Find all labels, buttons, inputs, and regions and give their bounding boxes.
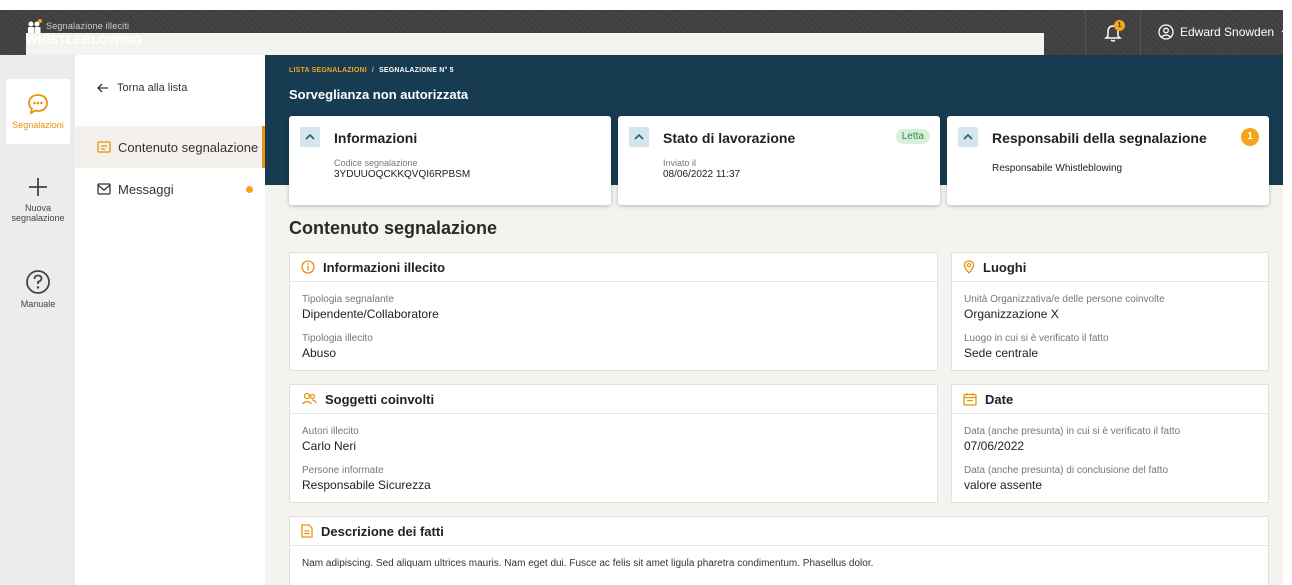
calendar-icon xyxy=(963,393,977,406)
chevron-down-icon xyxy=(1281,30,1289,35)
collapse-button[interactable] xyxy=(300,127,320,147)
user-avatar-icon xyxy=(1158,24,1174,40)
field-value: valore assente xyxy=(964,478,1043,492)
chevron-up-icon xyxy=(305,133,315,140)
plus-icon xyxy=(29,178,47,196)
sidebar-item-messaggi[interactable]: Messaggi xyxy=(75,168,265,210)
panel-header: Informazioni illecito xyxy=(290,253,937,282)
detail-sidebar: Torna alla lista Contenuto segnalazione … xyxy=(75,55,265,585)
card-field-value: Responsabile Whistleblowing xyxy=(992,163,1123,174)
help-icon xyxy=(26,270,50,294)
file-text-icon xyxy=(301,524,313,538)
field-value: Abuso xyxy=(302,346,337,360)
field-value: Responsabile Sicurezza xyxy=(302,478,431,492)
notification-badge: 1 xyxy=(1114,20,1125,31)
rail-label: Segnalazioni xyxy=(12,120,64,130)
card-field-label: Codice segnalazione xyxy=(334,158,418,168)
rail-item-segnalazioni[interactable]: Segnalazioni xyxy=(6,79,70,144)
panel-title: Date xyxy=(985,391,1014,407)
field-value: Organizzazione X xyxy=(964,307,1059,321)
panel-title: Soggetti coinvolti xyxy=(325,391,435,407)
field-label: Luogo in cui si è verificato il fatto xyxy=(964,333,1109,344)
chevron-up-icon xyxy=(634,133,644,140)
luoghi-panel: Luoghi Unità Organizzativa/e delle perso… xyxy=(951,252,1269,371)
count-badge: 1 xyxy=(1241,128,1259,146)
card-field-label: Inviato il xyxy=(663,158,697,168)
rail-item-nuova-segnalazione[interactable]: Nuova segnalazione xyxy=(6,175,70,224)
section-title: Contenuto segnalazione xyxy=(289,218,498,238)
status-badge: Letta xyxy=(895,129,930,144)
descrizione-panel: Descrizione dei fatti Nam adipiscing. Se… xyxy=(289,516,1269,585)
sidebar-item-contenuto[interactable]: Contenuto segnalazione xyxy=(75,126,265,168)
document-icon xyxy=(97,141,111,153)
back-link[interactable]: Torna alla lista xyxy=(97,82,187,94)
collapse-button[interactable] xyxy=(958,127,978,147)
panel-header: Descrizione dei fatti xyxy=(290,517,1268,546)
arrow-left-icon xyxy=(97,83,108,93)
panel-title: Descrizione dei fatti xyxy=(321,523,444,539)
chevron-up-icon xyxy=(963,133,973,140)
sidebar-item-label: Contenuto segnalazione xyxy=(118,139,259,155)
field-value: Sede centrale xyxy=(964,346,1039,360)
panel-header: Date xyxy=(952,385,1268,414)
field-label: Tipologia segnalante xyxy=(302,294,394,305)
field-label: Persone informate xyxy=(302,465,384,476)
top-bar: Segnalazione illeciti WHISTLEBLOWING 1 E… xyxy=(0,10,1289,563)
date-panel: Date Data (anche presunta) in cui si è v… xyxy=(951,384,1269,503)
nav-rail: Segnalazioni Nuova segnalazione Manuale xyxy=(0,55,75,585)
chat-bubble-icon xyxy=(28,94,48,115)
soggetti-panel: Soggetti coinvolti Autori illecito Carlo… xyxy=(289,384,938,503)
collapse-button[interactable] xyxy=(629,127,649,147)
breadcrumb-list-link[interactable]: LISTA SEGNALAZIONI xyxy=(289,67,367,74)
sidebar-item-label: Messaggi xyxy=(118,181,174,197)
card-field-value: 08/06/2022 11:37 xyxy=(663,169,741,180)
field-label: Unità Organizzativa/e delle persone coin… xyxy=(964,294,1165,305)
divider xyxy=(1085,10,1086,55)
user-menu[interactable]: Edward Snowden xyxy=(1158,24,1290,40)
illecito-panel: Informazioni illecito Tipologia segnalan… xyxy=(289,252,938,371)
panel-title: Luoghi xyxy=(983,259,1027,275)
panel-header: Luoghi xyxy=(952,253,1268,282)
people-icon xyxy=(302,392,317,405)
location-pin-icon xyxy=(963,260,975,274)
page-title: Sorveglianza non autorizzata xyxy=(289,87,469,102)
card-title: Responsabili della segnalazione xyxy=(992,130,1207,146)
logo-subtitle: Segnalazione illeciti xyxy=(46,21,130,31)
mail-icon xyxy=(97,183,111,195)
panel-header: Soggetti coinvolti xyxy=(290,385,937,414)
owners-card: Responsabili della segnalazione 1 Respon… xyxy=(947,116,1269,205)
panel-title: Informazioni illecito xyxy=(323,259,446,275)
field-value: Carlo Neri xyxy=(302,439,357,453)
rail-label: Manuale xyxy=(20,299,56,309)
unread-dot xyxy=(246,186,253,193)
card-title: Stato di lavorazione xyxy=(663,130,796,146)
info-card: Informazioni Codice segnalazione 3YDUUOQ… xyxy=(289,116,611,205)
info-icon xyxy=(301,260,315,274)
breadcrumb-current: SEGNALAZIONE N° 5 xyxy=(379,67,454,74)
back-label: Torna alla lista xyxy=(117,82,188,94)
field-label: Tipologia illecito xyxy=(302,333,373,344)
field-label: Data (anche presunta) in cui si è verifi… xyxy=(964,426,1181,437)
rail-item-manuale[interactable]: Manuale xyxy=(6,269,70,309)
description-text: Nam adipiscing. Sed aliquam ultrices mau… xyxy=(302,558,874,569)
field-value: 07/06/2022 xyxy=(964,439,1025,453)
rail-label: Nuova segnalazione xyxy=(11,203,65,224)
main-content: LISTA SEGNALAZIONI / SEGNALAZIONE N° 5 Sor… xyxy=(265,55,1283,585)
user-name: Edward Snowden xyxy=(1180,25,1275,39)
field-label: Autori illecito xyxy=(302,426,359,437)
divider xyxy=(1140,10,1141,55)
breadcrumb-separator: / xyxy=(371,67,375,74)
card-title: Informazioni xyxy=(334,130,418,146)
status-card: Stato di lavorazione Letta Inviato il 08… xyxy=(618,116,940,205)
breadcrumb: LISTA SEGNALAZIONI / SEGNALAZIONE N° 5 xyxy=(289,67,454,74)
field-label: Data (anche presunta) di conclusione del… xyxy=(964,465,1169,476)
card-field-value: 3YDUUOQCKKQVQI6RPBSM xyxy=(334,169,471,180)
field-value: Dipendente/Collaboratore xyxy=(302,307,439,321)
